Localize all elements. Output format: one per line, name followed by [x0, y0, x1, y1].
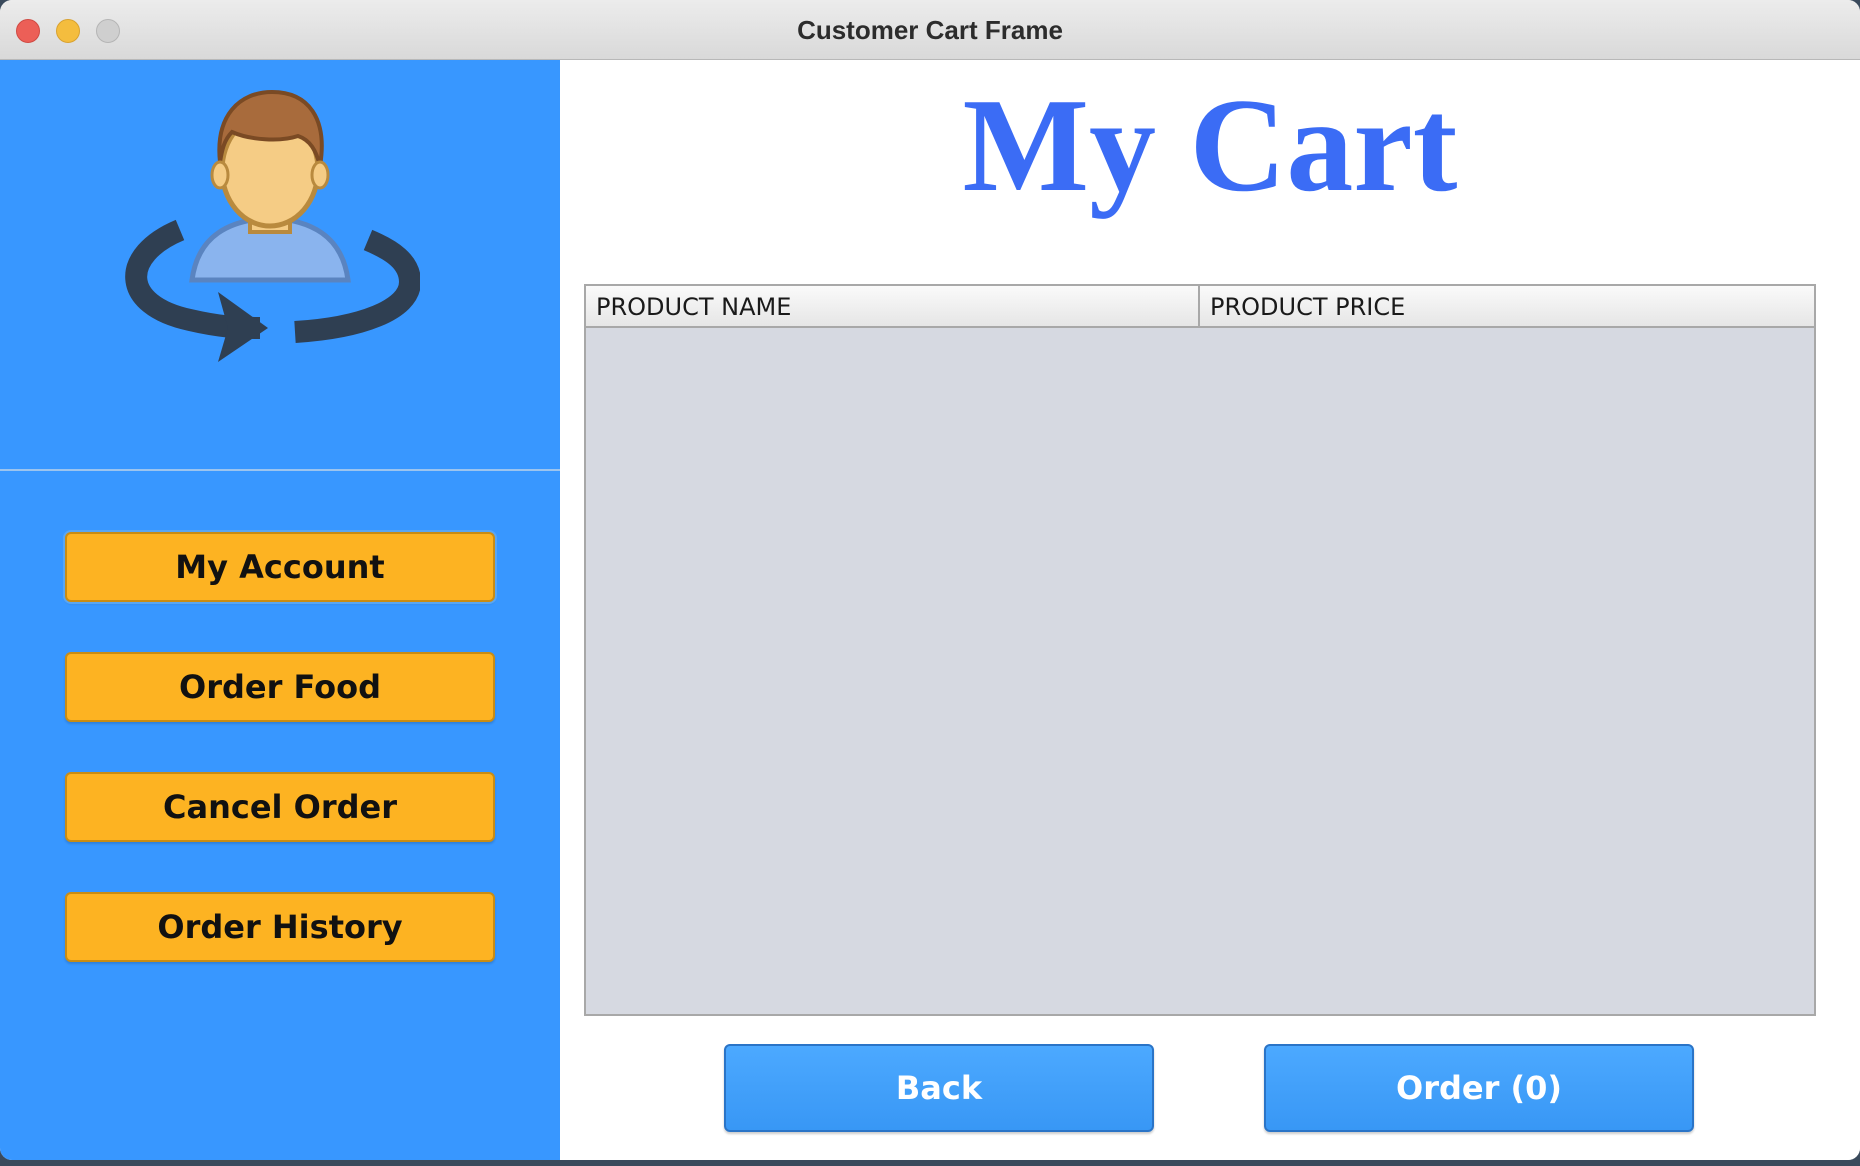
order-food-button[interactable]: Order Food: [65, 652, 495, 722]
cart-table[interactable]: PRODUCT NAME PRODUCT PRICE: [584, 284, 1816, 1016]
order-button[interactable]: Order (0): [1264, 1044, 1694, 1132]
title-bar: Customer Cart Frame: [0, 0, 1860, 60]
column-header-product-price[interactable]: PRODUCT PRICE: [1200, 286, 1814, 326]
window-title: Customer Cart Frame: [797, 15, 1063, 45]
customer-cart-window: Customer Cart Frame My Account Order Foo…: [0, 0, 1860, 1160]
back-button[interactable]: Back: [724, 1044, 1154, 1132]
column-header-product-name[interactable]: PRODUCT NAME: [586, 286, 1200, 326]
order-history-button[interactable]: Order History: [65, 892, 495, 962]
cancel-order-button[interactable]: Cancel Order: [65, 772, 495, 842]
table-header: PRODUCT NAME PRODUCT PRICE: [586, 286, 1814, 328]
table-body[interactable]: [586, 328, 1814, 1014]
user-refresh-icon: [125, 89, 420, 362]
sidebar: My Account Order Food Cancel Order Order…: [0, 60, 560, 1160]
page-title: My Cart: [962, 71, 1458, 219]
my-account-button[interactable]: My Account: [65, 532, 495, 602]
sidebar-divider: [0, 469, 560, 471]
main-panel: My Cart PRODUCT NAME PRODUCT PRICE Back …: [560, 60, 1860, 1160]
